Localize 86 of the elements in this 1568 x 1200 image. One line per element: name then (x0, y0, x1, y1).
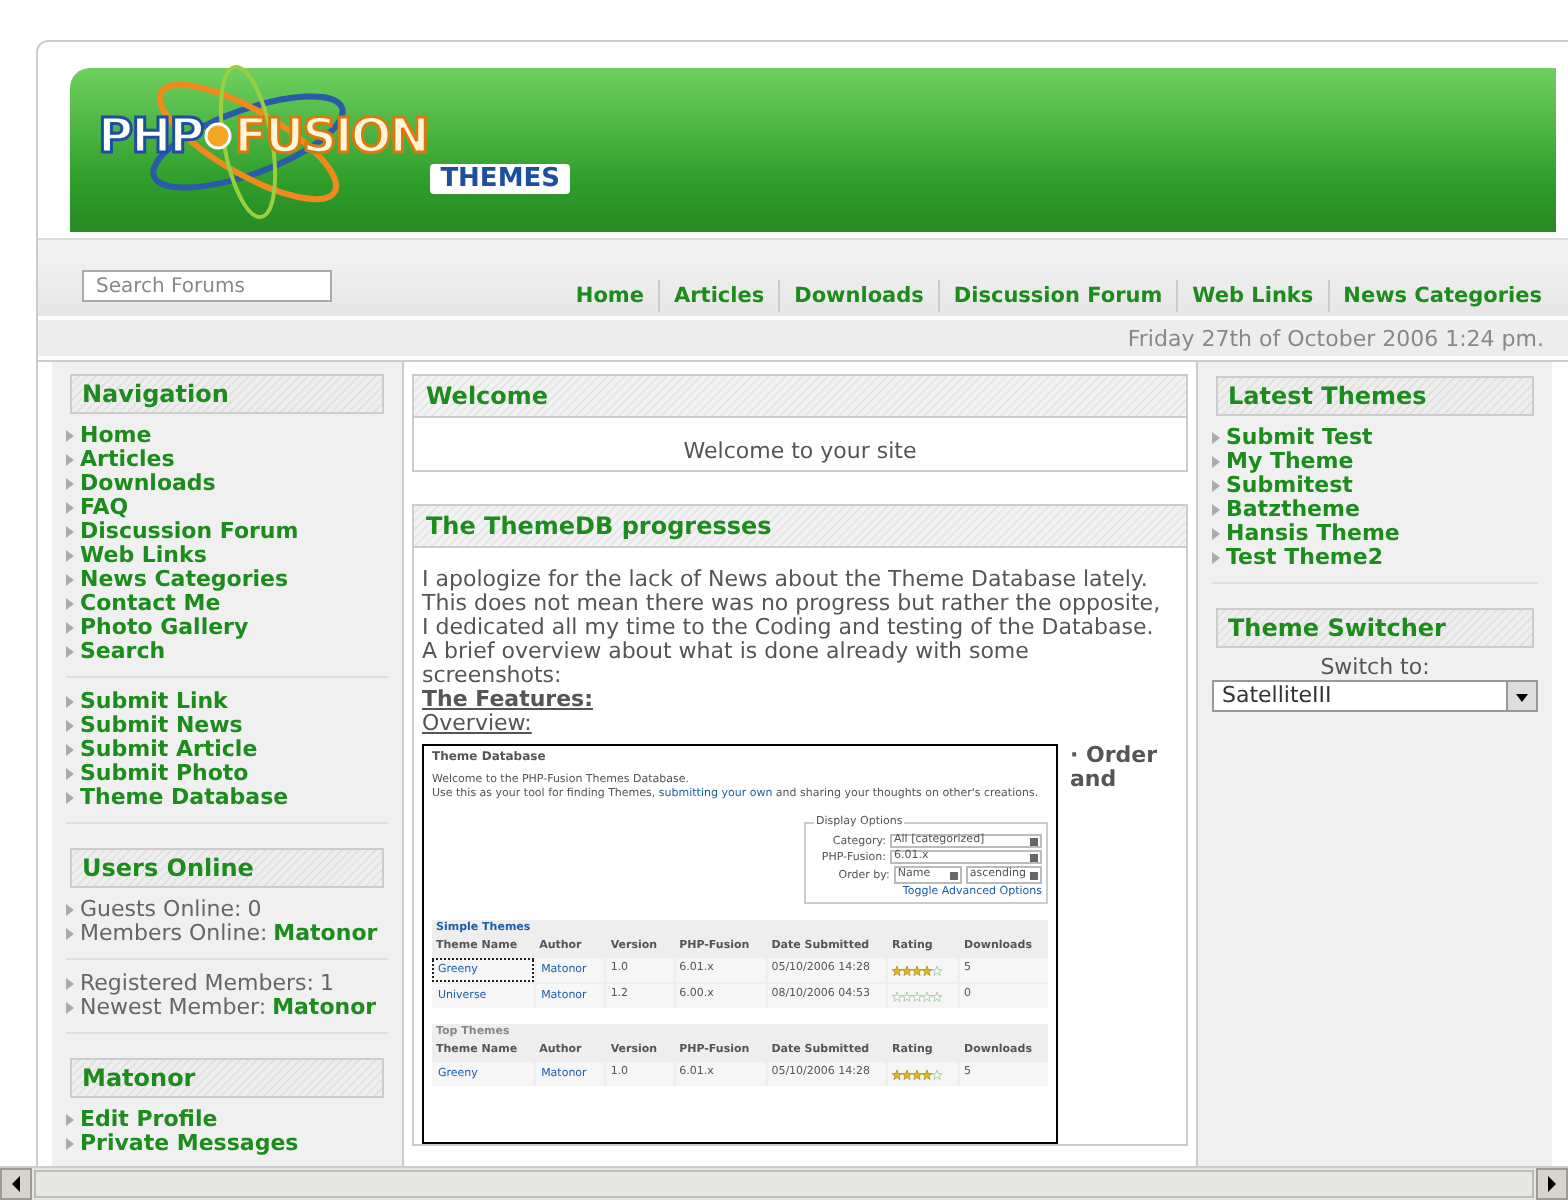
theme-link[interactable]: Batztheme (1226, 498, 1360, 522)
scroll-right-icon[interactable] (1536, 1168, 1568, 1200)
dot-icon (204, 121, 233, 149)
nav-link[interactable]: Home (561, 280, 658, 312)
bullet-icon (66, 598, 74, 610)
sidebar-link[interactable]: Submit Link (80, 690, 228, 714)
bullet-icon (66, 744, 74, 756)
stat-value: 1 (319, 972, 334, 996)
nav-link[interactable]: Discussion Forum (937, 280, 1177, 312)
stat-label: Guests Online: (80, 898, 242, 922)
bullet-icon (1212, 504, 1220, 516)
sidebar-link[interactable]: Theme Database (80, 786, 289, 810)
switch-label: Switch to: (1318, 654, 1432, 680)
sidebar-link[interactable]: Search (80, 640, 166, 664)
bullet-icon (66, 720, 74, 732)
bullet-icon (66, 454, 74, 466)
bullet-icon (66, 550, 74, 562)
bullet-icon (66, 1002, 74, 1014)
theme-link[interactable]: My Theme (1226, 450, 1354, 474)
date-text: Friday 27th of October 2006 1:24 pm. (1127, 325, 1544, 351)
bullet-icon (66, 904, 74, 916)
bullet-icon (66, 646, 74, 658)
sidebar-link[interactable]: Home (80, 424, 152, 448)
bullet-icon (66, 526, 74, 538)
stat-label: Newest Member: (80, 996, 267, 1020)
panel-heading: Users Online (70, 848, 384, 888)
bullet-icon (66, 696, 74, 708)
section-heading: The Features: (422, 688, 595, 712)
theme-dropdown[interactable]: SatelliteIII (1212, 680, 1538, 712)
stat-value: 0 (247, 898, 262, 922)
search-field[interactable]: Search Forums (82, 270, 332, 302)
sidebar-link[interactable]: Web Links (80, 544, 207, 568)
bullet-icon (66, 1138, 74, 1150)
theme-link[interactable]: Hansis Theme (1226, 522, 1400, 546)
sidebar-link[interactable]: Contact Me (80, 592, 221, 616)
bullet-icon (66, 1114, 74, 1126)
bullet-icon (66, 928, 74, 940)
bullet-icon (66, 502, 74, 514)
bullet-icon (66, 430, 74, 442)
bullet-icon (66, 622, 74, 634)
user-link[interactable]: Matonor (273, 922, 378, 946)
sidebar-link[interactable]: Edit Profile (80, 1108, 218, 1132)
panel-heading: Theme Switcher (1216, 608, 1534, 648)
theme-link[interactable]: Submitest (1226, 474, 1353, 498)
sidebar-link[interactable]: FAQ (80, 496, 129, 520)
nav-link[interactable]: News Categories (1327, 280, 1556, 312)
bullet-icon (66, 478, 74, 490)
panel-heading: Navigation (70, 374, 384, 414)
bullet-icon (1212, 432, 1220, 444)
article-paragraph: A brief overview about what is done already with some screenshots: (422, 640, 1031, 688)
stat-label: Members Online: (80, 922, 268, 946)
bullet-icon (66, 574, 74, 586)
bullet-icon (66, 768, 74, 780)
article-text: · Order and (1070, 744, 1160, 796)
stat-label: Registered Members: (80, 972, 314, 996)
logo-subtitle: THEMES (430, 163, 570, 193)
sidebar-link[interactable]: Submit News (80, 714, 243, 738)
user-link[interactable]: Matonor (272, 996, 377, 1020)
bullet-icon (1212, 480, 1220, 492)
scroll-left-icon[interactable] (0, 1168, 32, 1200)
horizontal-scrollbar[interactable] (0, 1166, 1568, 1200)
sidebar-link[interactable]: Submit Article (80, 738, 258, 762)
bullet-icon (1212, 552, 1220, 564)
bullet-icon (66, 792, 74, 804)
sidebar-link[interactable]: Articles (80, 448, 175, 472)
sidebar-link[interactable]: News Categories (80, 568, 289, 592)
sidebar-link[interactable]: Photo Gallery (80, 616, 249, 640)
article-paragraph: I apologize for the lack of News about the Theme Database lately. This does not mean there was no progress but rather the opposite, I dedicated all my time to the Coding and testing of the Database. (422, 568, 1163, 640)
overview-link[interactable]: Overview: (422, 712, 1166, 736)
theme-link[interactable]: Test Theme2 (1226, 546, 1384, 570)
welcome-text: Welcome to your site (681, 436, 919, 468)
sidebar-link[interactable]: Private Messages (80, 1132, 299, 1156)
bullet-icon (1212, 528, 1220, 540)
sidebar-link[interactable]: Downloads (80, 472, 216, 496)
panel-heading: The ThemeDB progresses (414, 506, 1186, 548)
bullet-icon (1212, 456, 1220, 468)
nav-link[interactable]: Web Links (1176, 280, 1328, 312)
theme-link[interactable]: Submit Test (1226, 426, 1373, 450)
nav-link[interactable]: Articles (658, 280, 779, 312)
bullet-icon (66, 978, 74, 990)
nav-link[interactable]: Downloads (778, 280, 938, 312)
sidebar-link[interactable]: Discussion Forum (80, 520, 299, 544)
panel-heading: Latest Themes (1216, 376, 1534, 416)
panel-heading: Matonor (70, 1058, 384, 1098)
panel-heading: Welcome (414, 376, 1186, 418)
sidebar-link[interactable]: Submit Photo (80, 762, 249, 786)
